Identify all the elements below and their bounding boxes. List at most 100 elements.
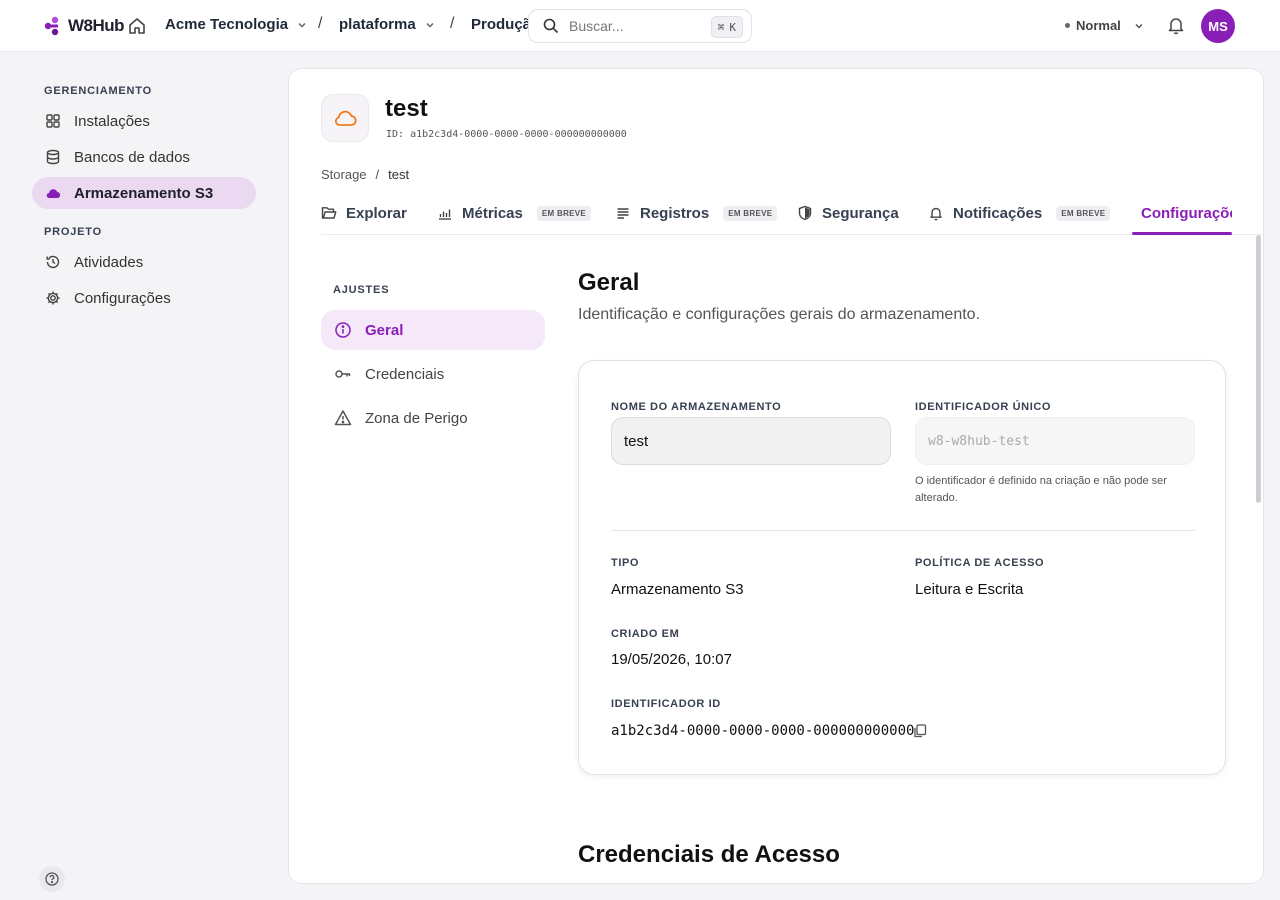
status-dot: [1065, 23, 1070, 28]
search-input[interactable]: [569, 18, 699, 34]
resource-id: ID: a1b2c3d4-0000-0000-0000-000000000000: [386, 129, 627, 140]
storage-name-field[interactable]: test: [611, 417, 891, 465]
settings-nav-label: Credenciais: [365, 365, 445, 383]
coming-soon-badge: EM BREVE: [536, 205, 592, 221]
copy-icon[interactable]: [912, 723, 928, 739]
tab-label: Segurança: [822, 204, 899, 222]
sidebar-item-databases[interactable]: Bancos de dados: [32, 141, 256, 173]
breadcrumb-current: test: [388, 167, 410, 182]
home-icon[interactable]: [127, 16, 147, 36]
sidebar-item-label: Configurações: [74, 289, 171, 307]
sidebar-section-project: PROJETO: [44, 226, 102, 238]
database-icon: [46, 149, 60, 165]
sidebar-item-label: Instalações: [74, 112, 150, 130]
gear-icon: [46, 291, 60, 305]
logo-icon: [44, 16, 59, 36]
logo-text: W8Hub: [68, 16, 125, 35]
general-settings-card: NOME DO ARMAZENAMENTO test IDENTIFICADOR…: [578, 360, 1226, 775]
project-name: plataforma: [339, 16, 416, 33]
resource-title: test: [385, 95, 428, 122]
tab-notifications[interactable]: Notificações EM BREVE: [928, 191, 1111, 235]
tab-label: Métricas: [462, 204, 523, 222]
sidebar-item-label: Bancos de dados: [74, 148, 190, 166]
settings-nav-credentials[interactable]: Credenciais: [321, 354, 545, 394]
sidebar-item-label: Atividades: [74, 253, 144, 271]
tab-label: Configurações: [1141, 204, 1232, 222]
breadcrumb: Storage / test: [321, 167, 409, 182]
section-description: Identificação e configurações gerais do …: [578, 306, 981, 323]
type-value: Armazenamento S3: [611, 581, 744, 598]
created-at-label: CRIADO EM: [611, 628, 680, 640]
tab-label: Registros: [640, 204, 710, 222]
shortcut-key: K: [729, 20, 736, 34]
access-policy-value: Leitura e Escrita: [915, 581, 1024, 598]
search-shortcut: ⌘ K: [710, 16, 743, 38]
credentials-section-title: Credenciais de Acesso: [578, 841, 840, 868]
folder-icon: [321, 207, 337, 219]
section-title: Geral: [578, 269, 640, 296]
identifier-id-label: IDENTIFICADOR ID: [611, 698, 721, 710]
unique-id-field: w8-w8hub-test: [915, 417, 1195, 465]
storage-name-value: test: [624, 432, 649, 450]
shield-icon: [798, 205, 812, 221]
avatar[interactable]: MS: [1201, 9, 1235, 43]
tab-settings[interactable]: Configurações: [1132, 191, 1232, 235]
logo[interactable]: W8Hub: [43, 12, 125, 40]
storage-name-label: NOME DO ARMAZENAMENTO: [611, 401, 782, 413]
project-selector[interactable]: plataforma: [339, 16, 436, 33]
unique-id-value: w8-w8hub-test: [928, 433, 1030, 449]
sidebar-item-label: Armazenamento S3: [74, 184, 214, 202]
identifier-id-value: a1b2c3d4-0000-0000-0000-000000000000: [611, 723, 915, 739]
settings-nav-label: Zona de Perigo: [365, 409, 468, 427]
coming-soon-badge: EM BREVE: [723, 205, 778, 221]
settings-nav-danger-zone[interactable]: Zona de Perigo: [321, 398, 545, 438]
sidebar-item-s3-storage[interactable]: Armazenamento S3: [32, 177, 256, 209]
chevron-down-icon: [1135, 23, 1143, 29]
chevron-down-icon: [426, 22, 434, 28]
breadcrumb-separator: /: [375, 167, 380, 182]
tab-label: Notificações: [953, 204, 1043, 222]
tab-security[interactable]: Segurança: [797, 191, 899, 235]
chevron-down-icon: [298, 22, 306, 28]
help-icon[interactable]: [39, 866, 65, 892]
sidebar-item-activities[interactable]: Atividades: [32, 246, 256, 278]
settings-nav-title: AJUSTES: [333, 284, 390, 296]
tab-logs[interactable]: Registros EM BREVE: [615, 191, 778, 235]
shortcut-modifier: ⌘: [717, 20, 725, 34]
settings-nav-general[interactable]: Geral: [321, 310, 545, 350]
grid-icon: [46, 114, 60, 128]
tab-bar: Explorar Métricas EM BREVE Registros EM …: [321, 191, 1263, 235]
tab-explore[interactable]: Explorar: [321, 191, 407, 235]
divider: [611, 530, 1195, 531]
sidebar-item-installations[interactable]: Instalações: [32, 105, 256, 137]
resource-icon: [321, 94, 369, 142]
top-bar: W8Hub Acme Tecnologia / plataforma / Pro…: [0, 0, 1280, 52]
sidebar-item-settings[interactable]: Configurações: [32, 282, 256, 314]
coming-soon-badge: EM BREVE: [1056, 205, 1111, 221]
info-icon: [335, 322, 351, 338]
search-icon: [543, 18, 559, 34]
main-panel: test ID: a1b2c3d4-0000-0000-0000-0000000…: [288, 68, 1264, 884]
org-selector[interactable]: Acme Tecnologia: [165, 16, 308, 33]
environment-name: Produção: [471, 16, 531, 33]
breadcrumb-parent[interactable]: Storage: [321, 167, 367, 182]
cloud-icon: [46, 189, 61, 199]
tab-metrics[interactable]: Métricas EM BREVE: [437, 191, 592, 235]
created-at-value: 19/05/2026, 10:07: [611, 651, 732, 668]
access-policy-label: POLÍTICA DE ACESSO: [915, 557, 1045, 569]
org-name: Acme Tecnologia: [165, 16, 289, 33]
unique-id-label: IDENTIFICADOR ÚNICO: [915, 401, 1052, 413]
type-label: TIPO: [611, 557, 640, 569]
tab-label: Explorar: [346, 204, 407, 222]
search-box[interactable]: ⌘ K: [528, 9, 752, 43]
active-tab-indicator: [1132, 232, 1232, 235]
history-icon: [46, 255, 60, 269]
cloud-icon: [334, 110, 357, 126]
mode-selector[interactable]: Normal: [1065, 18, 1145, 33]
sidebar-section-management: GERENCIAMENTO: [44, 85, 152, 97]
scrollbar[interactable]: [1256, 235, 1261, 503]
breadcrumb-separator: /: [318, 15, 323, 32]
environment-selector[interactable]: Produção: [471, 16, 531, 33]
mode-label: Normal: [1076, 18, 1121, 33]
bell-icon[interactable]: [1166, 15, 1186, 35]
